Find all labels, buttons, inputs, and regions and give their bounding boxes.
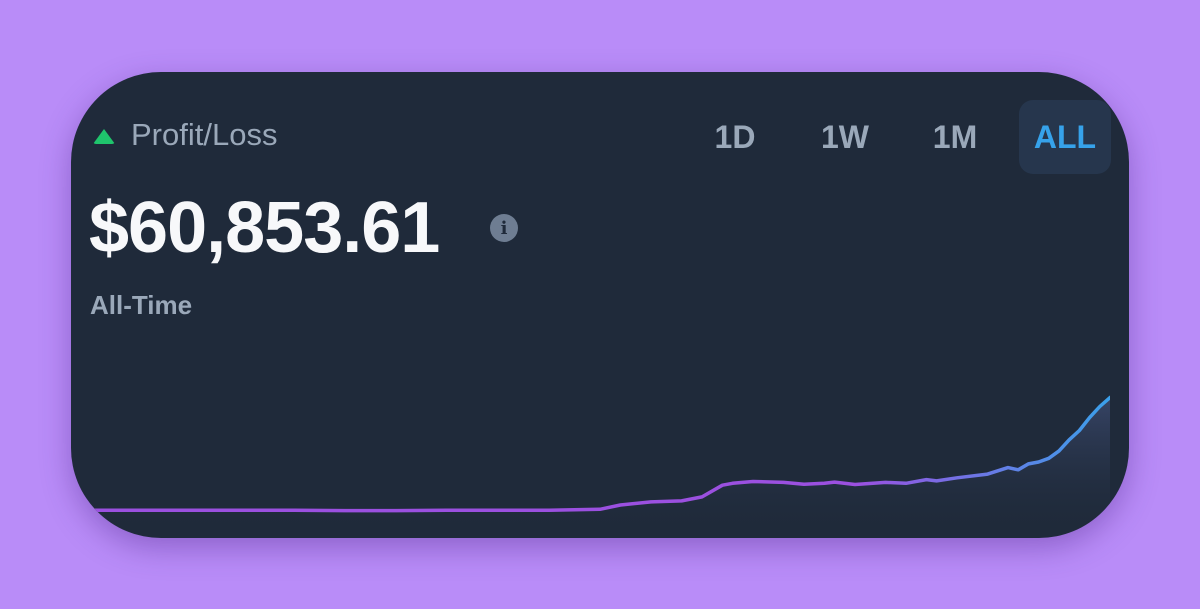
time-range-tabs: 1D 1W 1M ALL [671, 100, 1111, 174]
profit-loss-chart [90, 395, 1110, 538]
tab-1w[interactable]: 1W [799, 100, 891, 174]
card-header: Profit/Loss 1D 1W 1M ALL [71, 72, 1129, 204]
info-icon[interactable]: i [490, 214, 518, 242]
period-label: All-Time [90, 290, 193, 320]
tab-all[interactable]: ALL [1019, 100, 1111, 174]
profit-loss-card: Profit/Loss 1D 1W 1M ALL $60,853.61 i Al… [71, 72, 1129, 538]
chart-area-fill [90, 397, 1110, 538]
triangle-up-icon [93, 129, 115, 144]
tab-1m[interactable]: 1M [909, 100, 1001, 174]
tab-1d[interactable]: 1D [689, 100, 781, 174]
card-title: Profit/Loss [131, 117, 278, 152]
profit-loss-value: $60,853.61 [89, 188, 440, 268]
